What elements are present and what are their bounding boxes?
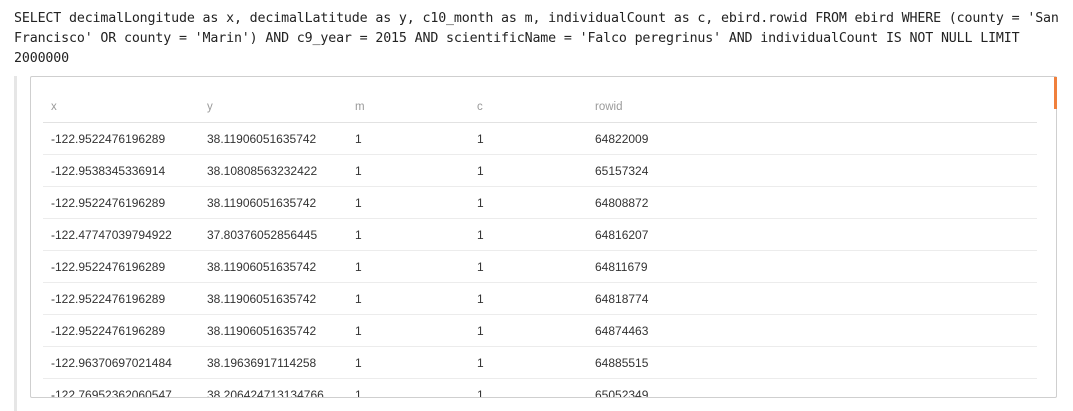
table-row: -122.9522476196289 38.11906051635742 1 1… [43,250,1037,283]
sql-query-text: SELECT decimalLongitude as x, decimalLat… [14,11,1067,66]
cell-m: 1 [347,282,469,315]
cell-c: 1 [469,122,587,155]
cell-m: 1 [347,218,469,251]
cell-x: -122.9522476196289 [43,250,199,283]
output-area-rule [14,76,17,411]
cell-rowid: 64816207 [587,218,1037,251]
cell-y: 37.80376052856445 [199,218,347,251]
cell-c: 1 [469,154,587,187]
table-row: -122.9538345336914 38.10808563232422 1 1… [43,154,1037,187]
cell-m: 1 [347,250,469,283]
cell-rowid: 64885515 [587,346,1037,379]
cell-x: -122.9522476196289 [43,282,199,315]
cell-y: 38.206424713134766 [199,378,347,397]
table-row: -122.96370697021484 38.19636917114258 1 … [43,346,1037,379]
cell-x: -122.9522476196289 [43,186,199,219]
cell-rowid: 64811679 [587,250,1037,283]
column-header-m[interactable]: m [347,91,469,123]
column-header-y[interactable]: y [199,91,347,123]
table-row: -122.9522476196289 38.11906051635742 1 1… [43,186,1037,219]
cell-m: 1 [347,346,469,379]
cell-x: -122.9522476196289 [43,314,199,347]
cell-y: 38.19636917114258 [199,346,347,379]
column-header-c[interactable]: c [469,91,587,123]
cell-rowid: 64808872 [587,186,1037,219]
cell-rowid: 65157324 [587,154,1037,187]
results-panel[interactable]: x y m c rowid -122.9522476196289 38.1190… [30,76,1057,398]
cell-m: 1 [347,186,469,219]
cell-rowid: 64874463 [587,314,1037,347]
cell-rowid: 64818774 [587,282,1037,315]
cell-c: 1 [469,250,587,283]
cell-m: 1 [347,314,469,347]
table-row: -122.47747039794922 37.80376052856445 1 … [43,218,1037,251]
cell-y: 38.11906051635742 [199,314,347,347]
table-row: -122.76952362060547 38.206424713134766 1… [43,378,1037,397]
scroll-indicator[interactable] [1054,77,1057,109]
cell-y: 38.10808563232422 [199,154,347,187]
cell-y: 38.11906051635742 [199,186,347,219]
cell-m: 1 [347,154,469,187]
table-row: -122.9522476196289 38.11906051635742 1 1… [43,282,1037,315]
table-row: -122.9522476196289 38.11906051635742 1 1… [43,314,1037,347]
cell-x: -122.9522476196289 [43,122,199,155]
cell-c: 1 [469,346,587,379]
cell-c: 1 [469,186,587,219]
cell-c: 1 [469,218,587,251]
cell-c: 1 [469,378,587,397]
column-header-rowid[interactable]: rowid [587,91,1037,123]
cell-rowid: 64822009 [587,122,1037,155]
cell-x: -122.76952362060547 [43,378,199,397]
cell-x: -122.47747039794922 [43,218,199,251]
table-header-row: x y m c rowid [43,91,1037,123]
cell-x: -122.9538345336914 [43,154,199,187]
column-header-x[interactable]: x [43,91,199,123]
cell-y: 38.11906051635742 [199,282,347,315]
results-table: x y m c rowid -122.9522476196289 38.1190… [43,91,1037,397]
cell-rowid: 65052349 [587,378,1037,397]
cell-c: 1 [469,314,587,347]
cell-m: 1 [347,122,469,155]
table-row: -122.9522476196289 38.11906051635742 1 1… [43,122,1037,155]
cell-x: -122.96370697021484 [43,346,199,379]
cell-y: 38.11906051635742 [199,250,347,283]
cell-y: 38.11906051635742 [199,122,347,155]
cell-c: 1 [469,282,587,315]
cell-m: 1 [347,378,469,397]
